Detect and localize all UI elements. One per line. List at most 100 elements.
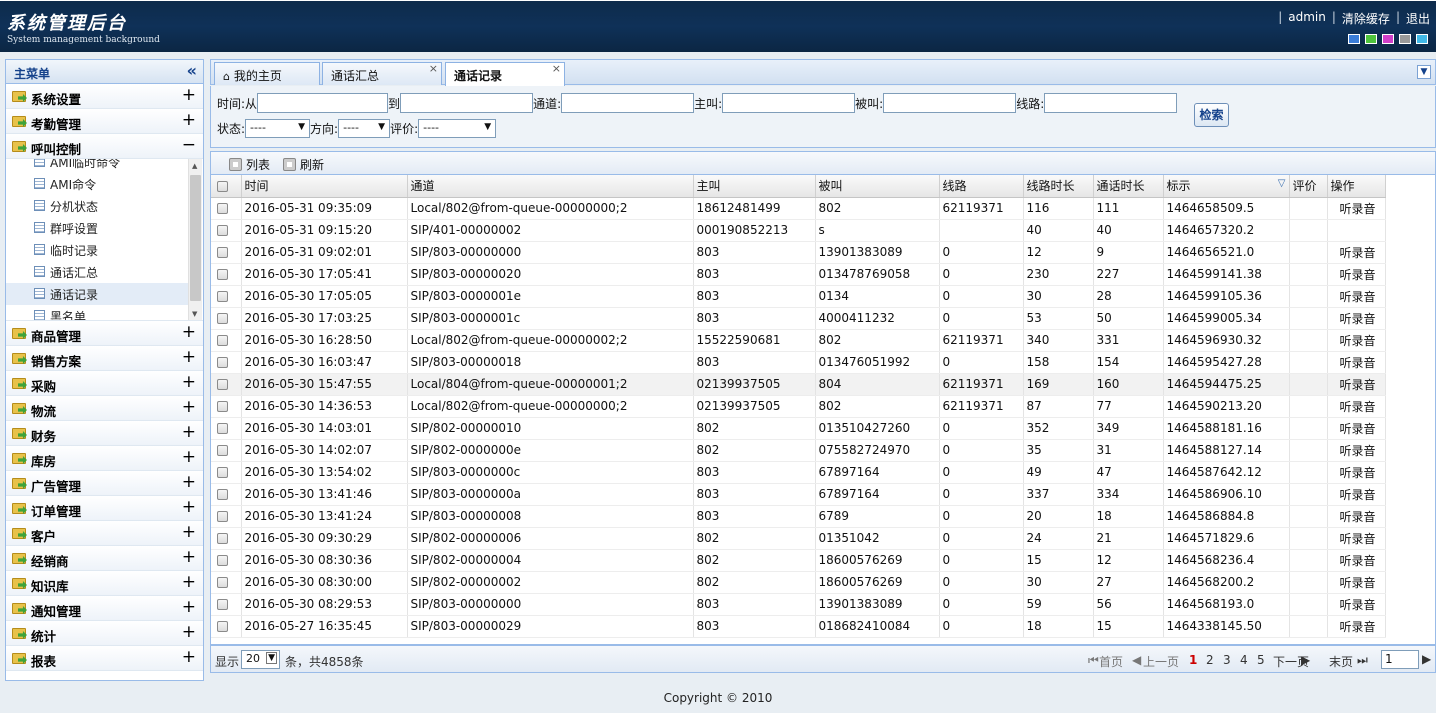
submenu-scrollbar[interactable]: ▲ ▼ <box>188 159 202 320</box>
checkbox[interactable] <box>217 379 228 390</box>
column-header[interactable]: 标示 ▽ <box>1163 175 1290 198</box>
checkbox[interactable] <box>217 401 228 412</box>
play-recording-link[interactable]: 听录音 <box>1327 615 1386 638</box>
toggle-icon[interactable]: + <box>182 397 196 417</box>
table-row[interactable]: 2016-05-30 16:28:50 Local/802@from-queue-… <box>211 329 1386 352</box>
checkbox[interactable] <box>217 225 228 236</box>
row-checkbox-cell[interactable] <box>211 329 242 352</box>
table-row[interactable]: 2016-05-30 08:29:53 SIP/803-00000000 803 13… <box>211 593 1386 616</box>
checkbox[interactable] <box>217 247 228 258</box>
goto-page-icon[interactable]: ▶ <box>1422 652 1431 666</box>
play-recording-link[interactable]: 听录音 <box>1327 197 1386 220</box>
chevron-down-icon[interactable]: ▼ <box>1417 65 1431 79</box>
menu-group[interactable]: 呼叫控制 − <box>6 134 203 159</box>
caller-input[interactable] <box>722 93 856 113</box>
submenu-item[interactable]: 临时记录 <box>6 239 190 261</box>
scroll-down-icon[interactable]: ▼ <box>192 310 197 318</box>
scroll-thumb[interactable] <box>190 175 201 301</box>
tab-call-records[interactable]: 通话记录 × <box>445 62 565 86</box>
play-recording-link[interactable]: 听录音 <box>1327 461 1386 484</box>
page-link-4[interactable]: 4 <box>1240 653 1248 667</box>
skin-swatch[interactable] <box>1348 34 1360 44</box>
row-checkbox-cell[interactable] <box>211 461 242 484</box>
menu-group[interactable]: 广告管理 + <box>6 471 203 496</box>
play-recording-link[interactable]: 听录音 <box>1327 417 1386 440</box>
toggle-icon[interactable]: − <box>182 135 196 155</box>
rating-select[interactable]: ---- ▼ <box>418 119 497 138</box>
checkbox[interactable] <box>217 180 228 192</box>
table-row[interactable]: 2016-05-30 14:03:01 SIP/802-00000010 802 01… <box>211 417 1386 440</box>
submenu-item[interactable]: 分机状态 <box>6 195 190 217</box>
menu-group[interactable]: 商品管理 + <box>6 321 203 346</box>
scroll-up-icon[interactable]: ▲ <box>192 162 197 170</box>
play-recording-link[interactable]: 听录音 <box>1327 263 1386 286</box>
row-checkbox-cell[interactable] <box>211 571 242 594</box>
table-row[interactable]: 2016-05-30 09:30:29 SIP/802-00000006 802 01… <box>211 527 1386 550</box>
page-link-2[interactable]: 2 <box>1206 653 1214 667</box>
checkbox[interactable] <box>217 467 228 478</box>
checkbox[interactable] <box>217 445 228 456</box>
menu-group[interactable]: 知识库 + <box>6 571 203 596</box>
submenu-item[interactable]: AMI命令 <box>6 173 190 195</box>
prev-page-link[interactable]: 上一页 <box>1143 653 1179 670</box>
row-checkbox-cell[interactable] <box>211 285 242 308</box>
column-header[interactable]: 通话时长 <box>1093 175 1164 198</box>
row-checkbox-cell[interactable] <box>211 593 242 616</box>
toggle-icon[interactable]: + <box>182 547 196 567</box>
row-checkbox-cell[interactable] <box>211 549 242 572</box>
row-checkbox-cell[interactable] <box>211 527 242 550</box>
submenu-item[interactable]: 通话汇总 <box>6 261 190 283</box>
menu-group[interactable]: 销售方案 + <box>6 346 203 371</box>
play-recording-link[interactable]: 听录音 <box>1327 241 1386 264</box>
user-link[interactable]: admin <box>1288 10 1326 27</box>
checkbox[interactable] <box>217 335 228 346</box>
row-checkbox-cell[interactable] <box>211 505 242 528</box>
skin-swatch[interactable] <box>1416 34 1428 44</box>
table-row[interactable]: 2016-05-30 17:03:25 SIP/803-0000001c 803 40… <box>211 307 1386 330</box>
table-row[interactable]: 2016-05-30 15:47:55 Local/804@from-queue-… <box>211 373 1386 396</box>
menu-group[interactable]: 客户 + <box>6 521 203 546</box>
toggle-icon[interactable]: + <box>182 497 196 517</box>
checkbox[interactable] <box>217 423 228 434</box>
play-recording-link[interactable]: 听录音 <box>1327 483 1386 506</box>
column-header[interactable]: 主叫 <box>693 175 816 198</box>
checkbox[interactable] <box>217 621 228 632</box>
submenu-item[interactable]: 通话记录 <box>6 283 190 305</box>
row-checkbox-cell[interactable] <box>211 615 242 638</box>
row-checkbox-cell[interactable] <box>211 219 242 242</box>
column-header[interactable]: 评价 <box>1289 175 1328 198</box>
menu-group[interactable]: 考勤管理 + <box>6 109 203 134</box>
column-header[interactable]: 时间 <box>241 175 408 198</box>
table-row[interactable]: 2016-05-30 14:02:07 SIP/802-0000000e 802 07… <box>211 439 1386 462</box>
toggle-icon[interactable]: + <box>182 322 196 342</box>
menu-group[interactable]: 统计 + <box>6 621 203 646</box>
sort-indicator-icon[interactable]: ▽ <box>1278 178 1286 189</box>
checkbox[interactable] <box>217 357 228 368</box>
skin-swatch[interactable] <box>1365 34 1377 44</box>
column-header[interactable]: 通道 <box>407 175 694 198</box>
menu-group[interactable]: 通知管理 + <box>6 596 203 621</box>
play-recording-link[interactable]: 听录音 <box>1327 307 1386 330</box>
row-checkbox-cell[interactable] <box>211 241 242 264</box>
row-checkbox-cell[interactable] <box>211 307 242 330</box>
page-link-1[interactable]: 1 <box>1189 653 1197 667</box>
search-button[interactable]: 检索 <box>1194 103 1229 127</box>
status-select[interactable]: ---- ▼ <box>245 119 311 138</box>
play-recording-link[interactable] <box>1327 219 1386 242</box>
callee-input[interactable] <box>883 93 1017 113</box>
table-row[interactable]: 2016-05-30 08:30:00 SIP/802-00000002 802 18… <box>211 571 1386 594</box>
menu-group[interactable]: 订单管理 + <box>6 496 203 521</box>
close-icon[interactable]: × <box>429 62 438 75</box>
table-row[interactable]: 2016-05-30 13:41:46 SIP/803-0000000a 803 67… <box>211 483 1386 506</box>
checkbox[interactable] <box>217 489 228 500</box>
play-recording-link[interactable]: 听录音 <box>1327 593 1386 616</box>
menu-group[interactable]: 物流 + <box>6 396 203 421</box>
row-checkbox-cell[interactable] <box>211 395 242 418</box>
table-row[interactable]: 2016-05-30 16:03:47 SIP/803-00000018 803 01… <box>211 351 1386 374</box>
column-header[interactable]: 线路时长 <box>1023 175 1094 198</box>
page-link-5[interactable]: 5 <box>1257 653 1265 667</box>
toggle-icon[interactable]: + <box>182 372 196 392</box>
checkbox[interactable] <box>217 269 228 280</box>
menu-group[interactable]: 采购 + <box>6 371 203 396</box>
line-input[interactable] <box>1044 93 1178 113</box>
